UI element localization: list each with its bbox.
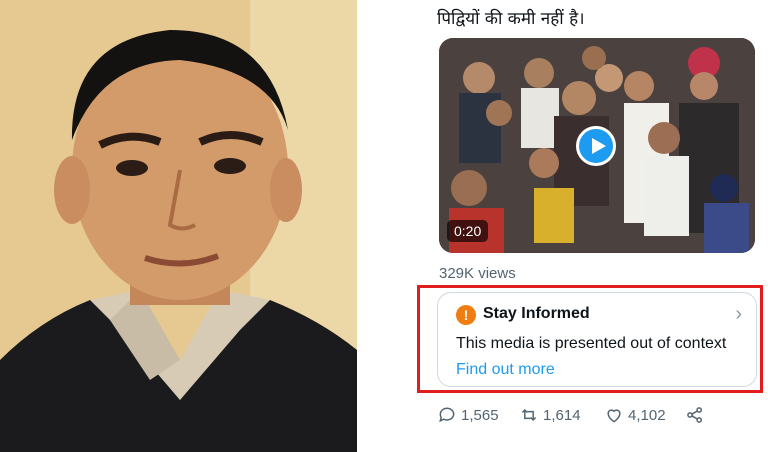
retweet-button[interactable]: 1,614 [519,405,581,425]
play-button[interactable] [576,126,616,166]
view-count: 329K views [439,265,516,282]
reply-count: 1,565 [461,406,499,424]
like-count: 4,102 [628,406,666,424]
highlight-box [417,285,763,393]
tweet-panel: पिद्वियों की कमी नहीं है। 0:20 329K view… [357,0,768,452]
retweet-icon [521,408,537,422]
retweet-count: 1,614 [543,406,581,424]
tweet-actions: 1,565 1,614 4,102 [437,405,757,431]
reply-button[interactable]: 1,565 [437,405,499,425]
video-player[interactable]: 0:20 [439,38,755,253]
heart-icon [607,409,621,423]
share-icon [687,407,702,423]
tweet-text: पिद्वियों की कमी नहीं है। [437,9,585,29]
video-duration: 0:20 [447,220,489,242]
reply-icon [439,407,455,423]
share-button[interactable] [685,405,705,425]
like-button[interactable]: 4,102 [604,405,666,425]
portrait-photo [0,0,357,452]
